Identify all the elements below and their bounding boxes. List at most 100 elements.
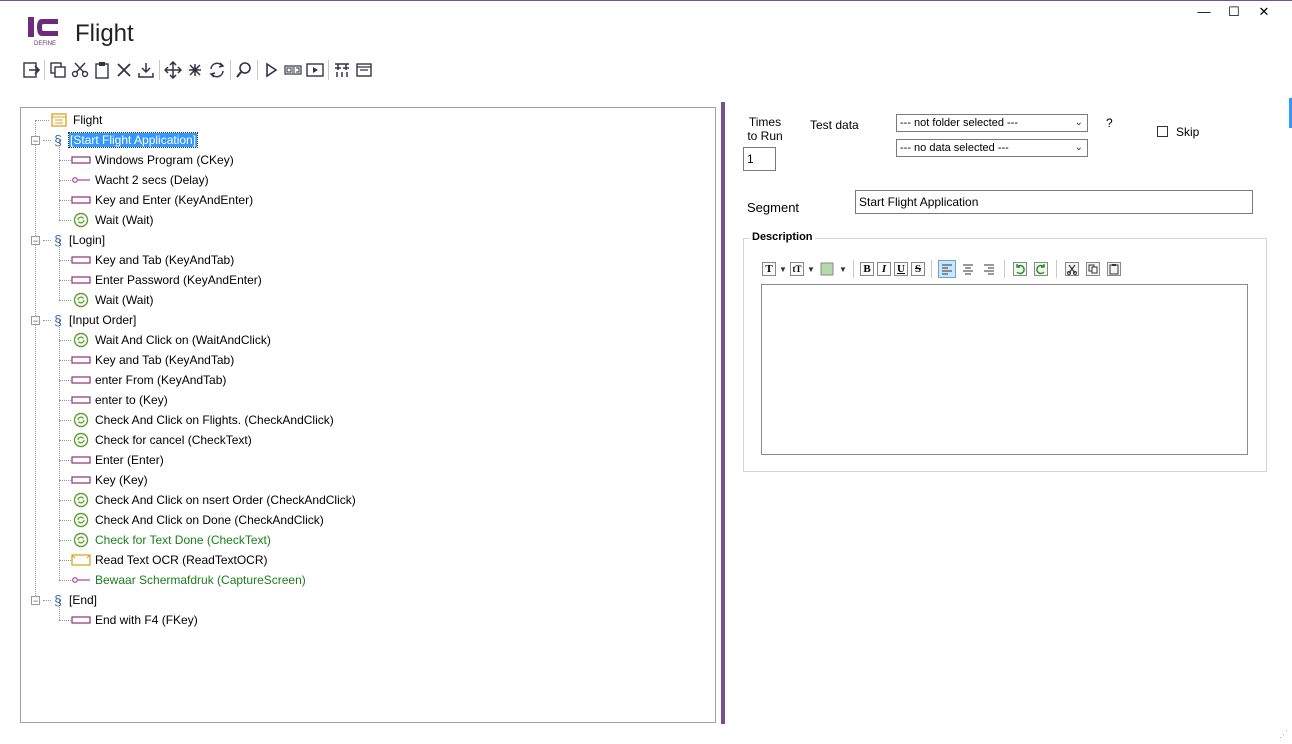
refresh-icon[interactable] [206, 59, 228, 81]
key-step-icon [71, 613, 91, 627]
paste-icon[interactable] [1105, 260, 1123, 278]
underline-icon[interactable]: U [894, 262, 908, 276]
redo-icon[interactable] [1032, 260, 1050, 278]
tree-step-label: Key and Tab (KeyAndTab) [95, 253, 235, 267]
paste-icon[interactable] [91, 59, 113, 81]
chevron-down-icon[interactable]: ▼ [839, 265, 847, 274]
tree-step[interactable]: Key (Key) [71, 470, 148, 490]
tree-section[interactable]: − § [Input Order] [31, 310, 136, 330]
tree-step[interactable]: Windows Program (CKey) [71, 150, 234, 170]
tree-step[interactable]: Wacht 2 secs (Delay) [71, 170, 209, 190]
tree-step[interactable]: Enter Password (KeyAndEnter) [71, 270, 262, 290]
times-to-run-field[interactable]: 1 [743, 147, 776, 171]
chevron-down-icon[interactable]: ▼ [779, 265, 787, 274]
wait-step-icon [71, 412, 91, 428]
tree-connector-line [59, 140, 60, 220]
toolbar-separator [1004, 260, 1005, 278]
bold-icon[interactable]: B [860, 262, 874, 276]
collapse-icon[interactable]: − [31, 315, 40, 325]
test-tree[interactable]: Flight − § [Start Flight Application] Window… [20, 107, 716, 723]
tree-step[interactable]: enter to (Key) [71, 390, 168, 410]
align-right-icon[interactable] [980, 260, 998, 278]
key-step-icon [71, 153, 91, 167]
description-editor[interactable] [761, 284, 1248, 455]
font-icon[interactable]: T [762, 262, 776, 276]
tree-step[interactable]: Wait And Click on (WaitAndClick) [71, 330, 271, 350]
tree-step[interactable]: Check for Text Done (CheckText) [71, 530, 271, 550]
tree-step-label: Key and Tab (KeyAndTab) [95, 353, 235, 367]
move-icon[interactable] [162, 59, 184, 81]
skip-checkbox[interactable] [1157, 126, 1168, 137]
tree-step[interactable]: Key and Enter (KeyAndEnter) [71, 190, 253, 210]
help-icon[interactable]: ? [1106, 116, 1113, 130]
tree-section[interactable]: − § [Login] [31, 230, 105, 250]
tree-section[interactable]: − § [Start Flight Application] [31, 130, 199, 150]
undo-icon[interactable] [1011, 260, 1029, 278]
wait-step-icon [71, 492, 91, 508]
filter-icon[interactable] [331, 59, 353, 81]
highlight-color-icon[interactable] [818, 260, 836, 278]
collapse-icon[interactable]: − [31, 135, 40, 145]
minimize-button[interactable]: — [1196, 4, 1212, 20]
segment-field[interactable]: Start Flight Application [855, 190, 1253, 214]
tree-step-label: Read Text OCR (ReadTextOCR) [95, 553, 268, 567]
window-icon[interactable] [353, 59, 375, 81]
tree-step[interactable]: Wait (Wait) [71, 290, 153, 310]
tree-step[interactable]: Enter (Enter) [71, 450, 164, 470]
tree-section[interactable]: − § [End] [31, 590, 97, 610]
resize-grip-icon[interactable]: ⋰ [1279, 729, 1288, 740]
tree-root[interactable]: Flight [49, 110, 102, 130]
expand-icon[interactable] [184, 59, 206, 81]
copy-icon[interactable] [1084, 260, 1102, 278]
tree-step[interactable]: Check And Click on nsert Order (CheckAnd… [71, 490, 356, 510]
tree-connector-line [59, 500, 71, 501]
tree-connector-line [59, 540, 71, 541]
maximize-button[interactable]: ☐ [1226, 4, 1242, 20]
align-left-icon[interactable] [938, 260, 956, 278]
italic-icon[interactable]: I [877, 262, 891, 276]
delete-icon[interactable] [113, 59, 135, 81]
cut-icon[interactable] [1063, 260, 1081, 278]
font-size-icon[interactable]: tT [790, 262, 804, 276]
tree-step[interactable]: enter From (KeyAndTab) [71, 370, 226, 390]
toolbar-separator [931, 260, 932, 278]
collapse-icon[interactable]: − [31, 235, 40, 245]
tree-connector-line [59, 400, 71, 401]
play-video-icon[interactable] [304, 59, 326, 81]
cut-icon[interactable] [69, 59, 91, 81]
strikethrough-icon[interactable]: S [911, 262, 925, 276]
tree-step-label: Wacht 2 secs (Delay) [95, 173, 209, 187]
tree-step[interactable]: Check And Click on Done (CheckAndClick) [71, 510, 324, 530]
toolbar-separator [230, 60, 231, 80]
close-button[interactable]: ✕ [1256, 4, 1272, 20]
folder-select[interactable]: --- not folder selected --- ⌄ [896, 114, 1088, 132]
tree-connector-line [43, 599, 51, 601]
tree-connector-line [59, 260, 71, 261]
find-icon[interactable] [233, 59, 255, 81]
collapse-icon[interactable]: − [31, 595, 40, 605]
tree-step-label: Check for cancel (CheckText) [95, 433, 252, 447]
exit-icon[interactable] [20, 59, 42, 81]
data-select[interactable]: --- no data selected --- ⌄ [896, 139, 1088, 157]
tree-section-label: [End] [69, 593, 98, 607]
tree-connector-line [59, 300, 71, 301]
copy-icon[interactable] [47, 59, 69, 81]
tree-step[interactable]: End with F4 (FKey) [71, 610, 198, 630]
tree-connector-line [59, 280, 71, 281]
tree-step-label: Check And Click on nsert Order (CheckAnd… [95, 493, 356, 507]
chevron-down-icon[interactable]: ▼ [807, 265, 815, 274]
tree-step-label: Bewaar Schermafdruk (CaptureScreen) [95, 573, 306, 587]
tree-step[interactable]: Bewaar Schermafdruk (CaptureScreen) [71, 570, 306, 590]
record-icon[interactable] [282, 59, 304, 81]
tree-step[interactable]: Key and Tab (KeyAndTab) [71, 250, 234, 270]
tree-step[interactable]: Check for cancel (CheckText) [71, 430, 252, 450]
panel-splitter[interactable] [721, 102, 725, 724]
tree-step[interactable]: Check And Click on Flights. (CheckAndCli… [71, 410, 334, 430]
tree-step[interactable]: Key and Tab (KeyAndTab) [71, 350, 234, 370]
import-icon[interactable] [135, 59, 157, 81]
align-center-icon[interactable] [959, 260, 977, 278]
tree-step[interactable]: Read Text OCR (ReadTextOCR) [71, 550, 268, 570]
tree-step[interactable]: Wait (Wait) [71, 210, 153, 230]
tree-connector-line [59, 200, 71, 201]
run-icon[interactable] [260, 59, 282, 81]
